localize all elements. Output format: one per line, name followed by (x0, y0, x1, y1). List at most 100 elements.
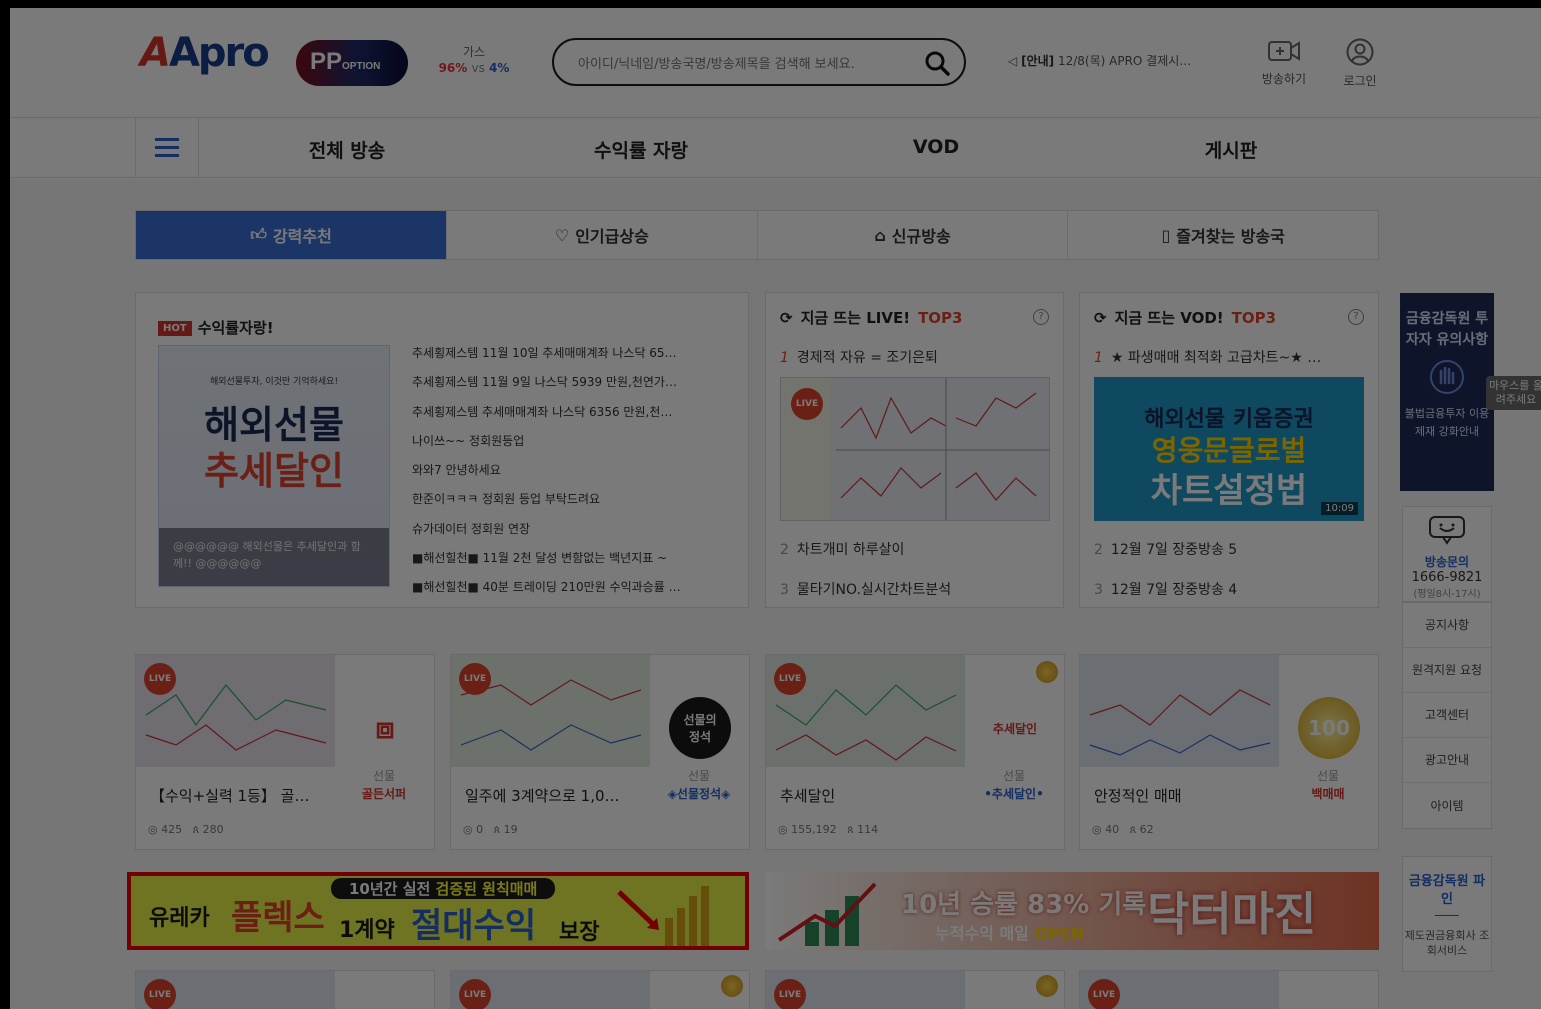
nav-profit-boast[interactable]: 수익률 자랑 (541, 136, 741, 163)
hot-tag: HOT (158, 321, 192, 336)
broadcast-title[interactable]: 일주에 3계약으로 1,0… (465, 785, 635, 806)
hot-panel: HOT 수익률자랑! 해외선물투자, 이것만 기억하세요! 해외선물 추세달인 @@… (135, 292, 749, 608)
sidebar-item-notice[interactable]: 공지사항 (1403, 603, 1491, 648)
host-avatar[interactable]: ⧈ (354, 697, 416, 759)
broadcast-contact[interactable]: 방송문의 1666-9821 (평일8시-17시) (1402, 506, 1492, 602)
broadcast-button[interactable]: 방송하기 (1254, 38, 1314, 87)
broadcast-thumbnail[interactable]: LIVE (136, 655, 335, 767)
chart-thumbnail-graphic (1080, 655, 1279, 767)
search-input[interactable] (578, 57, 898, 72)
banner1-contract: 1계약 (339, 918, 395, 943)
live-rank2[interactable]: 2 차트개미 하루살이 (780, 539, 904, 559)
fans-icon: ጰ (1129, 823, 1137, 836)
broadcast-thumbnail[interactable]: LIVE (766, 655, 965, 767)
host-name[interactable]: •추세달인• (964, 785, 1064, 802)
banner2-brand: 닥터마진 (1147, 887, 1317, 941)
viewer-icon: ◎ (1092, 823, 1102, 836)
banner1-guarantee: 보장 (559, 920, 600, 945)
live-rank3[interactable]: 3 물타기NO.실시간차트분석 (780, 579, 951, 599)
viewer-icon: ◎ (463, 823, 473, 836)
tab-trending[interactable]: ♡ 인기급상승 (447, 211, 758, 259)
doctor-margin-ad-banner[interactable]: 10년 승률 83% 기록 누적수익 매일 OPEN 닥터마진 (765, 872, 1379, 950)
help-icon[interactable]: ? (1033, 309, 1049, 325)
list-item[interactable]: 추세횡제스템 추세매매계좌 나스닥 6356 만원,천… (412, 402, 732, 431)
tab-new[interactable]: ⌂ 신규방송 (758, 211, 1069, 259)
list-item[interactable]: 한준이ㅋㅋㅋ 정회원 등업 부탁드려요 (412, 489, 732, 518)
nav-board[interactable]: 게시판 (1131, 136, 1331, 163)
sidebar-item-ad-info[interactable]: 광고안내 (1403, 738, 1491, 783)
gold-coins-chart-icon (617, 886, 709, 946)
banner1-brand: 유레카 (149, 906, 210, 931)
broadcast-stats: ◎ 425 ጰ 280 (148, 823, 224, 836)
broadcast-card[interactable]: LIVE ⧈ 【수익+실력 1등】 골… 선물 골든서퍼 ◎ 425 ጰ 280 (135, 654, 435, 850)
live-rank1[interactable]: 1 경제적 자유 = 조기은퇴 (780, 347, 938, 367)
live-badge: LIVE (791, 388, 823, 420)
live-badge: LIVE (459, 979, 491, 1009)
hand-stop-icon (1430, 360, 1464, 394)
notice-ticker[interactable]: ◁ [안내] 12/8(목) APRO 결제시… (1008, 52, 1191, 69)
vod-top3-panel: ⟳ 지금 뜨는 VOD! TOP3 ? 1 ★ 파생매매 최적화 고급차트~★ … 해… (1079, 292, 1379, 608)
broadcast-category: 선물 (372, 769, 396, 783)
broadcast-card[interactable]: LIVE 추세달인 추세달인 선물 •추세달인• ◎ 155,192 ጰ 114 (765, 654, 1065, 850)
broadcast-stats: ◎ 0 ጰ 19 (463, 823, 518, 836)
site-logo[interactable]: AApro (140, 30, 270, 76)
viewer-icon: ◎ (778, 823, 788, 836)
host-avatar[interactable]: 100 (1298, 697, 1360, 759)
broadcast-card[interactable]: LIVE (135, 970, 435, 1009)
nav-all-broadcasts[interactable]: 전체 방송 (247, 136, 447, 163)
search-icon[interactable] (924, 50, 950, 80)
broadcast-card[interactable]: LIVE 선물의 정석 일주에 3계약으로 1,0… 선물 ◈선물정석◈ ◎ 0 … (450, 654, 750, 850)
list-item[interactable]: ■해선힐천■ 40분 트레이딩 210만원 수익과승률 … (412, 577, 732, 606)
sidebar-item-customer-center[interactable]: 고객센터 (1403, 693, 1491, 738)
host-avatar[interactable]: 추세달인 (984, 697, 1046, 759)
live-badge: LIVE (144, 663, 176, 695)
broadcast-title[interactable]: 추세달인 (780, 785, 950, 806)
vod-rank1[interactable]: 1 ★ 파생매매 최적화 고급차트~★ … (1094, 347, 1321, 367)
fss-title: 금융감독원 투자자 유의사항 (1405, 311, 1489, 348)
broadcast-title[interactable]: 안정적인 매매 (1094, 785, 1264, 806)
vote-widget[interactable]: 가스 96% vs 4% (424, 44, 524, 76)
list-item[interactable]: ■해선힐천■ 11월 2천 달성 변함없는 백년지표 ~ (412, 548, 732, 577)
fans-icon: ጰ (847, 823, 854, 836)
tab-recommended[interactable]: 👍︎ 강력추천 (136, 211, 447, 259)
nav-vod[interactable]: VOD (836, 136, 1036, 158)
list-item[interactable]: 슈가데이터 정회원 연장 (412, 519, 732, 548)
sidebar-item-remote-support[interactable]: 원격지원 요청 (1403, 648, 1491, 693)
thumbs-up-icon: 👍︎ (250, 225, 267, 244)
promo-image[interactable]: 해외선물투자, 이것만 기억하세요! 해외선물 추세달인 @@@@@@ 해외선물은… (158, 345, 390, 587)
hover-tooltip: 마우스를 올려주세요 (1486, 376, 1541, 410)
host-name[interactable]: 골든서퍼 (334, 785, 434, 802)
list-item[interactable]: 나이쓰~~ 정회원등업 (412, 431, 732, 460)
host-name[interactable]: ◈선물정석◈ (649, 785, 749, 802)
list-item[interactable]: 추세횡제스템 11월 10일 추세매매계좌 나스닥 65… (412, 343, 732, 372)
vod-rank3[interactable]: 3 12월 7일 장중방송 4 (1094, 579, 1237, 599)
login-button[interactable]: 로그인 (1330, 38, 1390, 89)
live-badge: LIVE (774, 663, 806, 695)
broadcast-category: 선물 (687, 769, 711, 783)
pp-option-badge[interactable]: PPOPTION (296, 40, 408, 86)
broadcast-thumbnail[interactable]: LIVE (451, 655, 650, 767)
fss-fine-link[interactable]: 금융감독원 파인 제도권금융회사 조회서비스 (1402, 856, 1492, 972)
contact-title: 방송문의 (1424, 555, 1470, 569)
broadcast-card[interactable]: LIVE (450, 970, 750, 1009)
host-avatar[interactable]: 선물의 정석 (669, 697, 731, 759)
vod-rank2[interactable]: 2 12월 7일 장중방송 5 (1094, 539, 1237, 559)
broadcast-card[interactable]: LIVE (765, 970, 1065, 1009)
list-item[interactable]: 와와7 안녕하세요 (412, 460, 732, 489)
broadcast-card[interactable]: 100 안정적인 매매 선물 백매매 ◎ 40 ጰ 62 (1079, 654, 1379, 850)
menu-icon[interactable] (135, 118, 199, 178)
help-icon[interactable]: ? (1348, 309, 1364, 325)
live-top3-title: ⟳ 지금 뜨는 LIVE! TOP3 (780, 308, 963, 328)
broadcast-title[interactable]: 【수익+실력 1등】 골… (150, 785, 320, 806)
tab-favorites[interactable]: ▯ 즐겨찾는 방송국 (1068, 211, 1378, 259)
live-rank1-thumbnail[interactable]: LIVE (780, 377, 1050, 521)
broadcast-thumbnail[interactable] (1080, 655, 1279, 767)
vod-rank1-thumbnail[interactable]: 해외선물 키움증권 영웅문글로벌 차트설정법 10:09 (1094, 377, 1364, 521)
eureka-ad-banner[interactable]: 10년간 실전 검증된 원칙매매 유레카 플렉스 1계약 절대수익 보장 (127, 872, 749, 950)
sidebar-item-items[interactable]: 아이템 (1403, 783, 1491, 828)
host-name[interactable]: 백매매 (1278, 785, 1378, 802)
broadcast-card[interactable]: LIVE (1079, 970, 1379, 1009)
fss-investor-notice[interactable]: 금융감독원 투자자 유의사항 불법금융투자 이용제재 강화안내 (1400, 293, 1494, 491)
vod-icon: ⟳ (1094, 308, 1107, 327)
list-item[interactable]: 추세횡제스템 11월 9일 나스닥 5939 만원,천연가… (412, 372, 732, 401)
